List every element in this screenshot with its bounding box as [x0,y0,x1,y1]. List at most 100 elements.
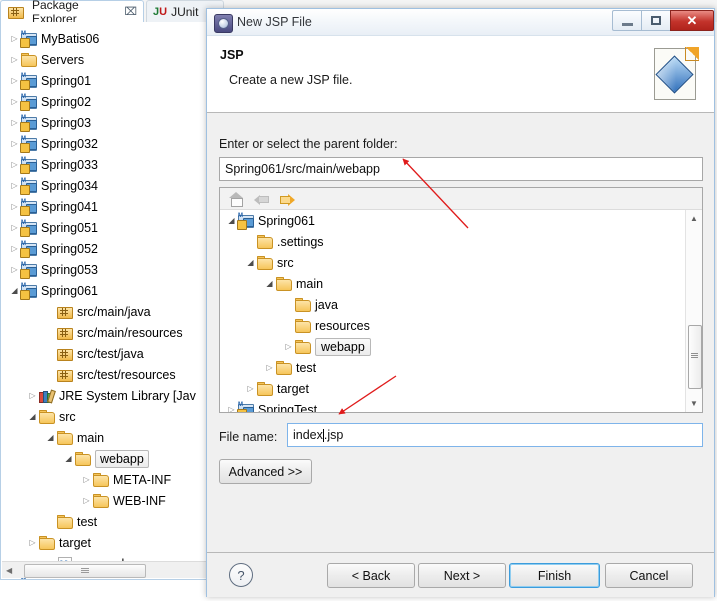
tree-row[interactable]: ▷test [1,511,208,532]
tree-row[interactable]: ▷src/main/resources [1,322,208,343]
tree-row-label: WEB-INF [113,493,166,508]
twisty-expanded-icon[interactable]: ◢ [9,280,20,301]
twisty-expanded-icon[interactable]: ◢ [245,252,256,273]
minimize-button[interactable] [612,10,641,31]
tree-row[interactable]: ◢ src [1,406,208,427]
twisty-collapsed-icon[interactable]: ▷ [27,385,38,406]
maximize-button[interactable] [641,10,670,31]
twisty-expanded-icon[interactable]: ◢ [27,406,38,427]
cancel-button[interactable]: Cancel [605,563,693,588]
close-icon[interactable]: ⌧ [124,5,137,18]
close-button[interactable]: ✕ [670,10,714,31]
tree-row[interactable]: ▷ M Spring053 [1,259,208,280]
twisty-collapsed-icon[interactable]: ▷ [9,154,20,175]
tree-row[interactable]: ▷src/test/java [1,343,208,364]
tree-row[interactable]: ▷ M Spring052 [1,238,208,259]
tree-row[interactable]: ▷ Servers [1,49,208,70]
folder-tree-row[interactable]: ▷ M SpringTest [220,399,686,413]
forward-arrow-icon[interactable] [280,191,296,206]
folder-tree-row[interactable]: ◢ M Spring061 [220,210,686,231]
tree-row[interactable]: ▷ M Spring041 [1,196,208,217]
tree-row[interactable]: ◢ main [1,427,208,448]
package-explorer-view[interactable]: ▷ M MyBatis06 ▷ Servers ▷ M Spring01 ▷ M Spring02 ▷… [0,22,209,580]
twisty-collapsed-icon[interactable]: ▷ [9,175,20,196]
twisty-collapsed-icon[interactable]: ▷ [245,378,256,399]
twisty-collapsed-icon[interactable]: ▷ [9,217,20,238]
tab-package-explorer[interactable]: Package Explorer ⌧ [0,0,144,26]
folder-tree-row[interactable]: ◢ src [220,252,686,273]
tree-row[interactable]: ◢ webapp [1,448,208,469]
tree-row[interactable]: ▷ M Spring03 [1,112,208,133]
twisty-expanded-icon[interactable]: ◢ [226,210,237,231]
tree-row[interactable]: ▷src/main/java [1,301,208,322]
twisty-collapsed-icon[interactable]: ▷ [9,112,20,133]
tree-row[interactable]: ▷ META-INF [1,469,208,490]
twisty-collapsed-icon[interactable]: ▷ [9,196,20,217]
scroll-up-icon[interactable]: ▲ [686,210,702,227]
help-button[interactable]: ? [229,563,253,587]
folder-tree-row-selected[interactable]: ▷ webapp [220,336,686,357]
tree-row[interactable]: ▷ M Spring02 [1,91,208,112]
folder-tree-panel[interactable]: ◢MSpring061▷.settings◢src◢main▷java▷reso… [219,187,703,413]
finish-button[interactable]: Finish [509,563,600,588]
folder-tree-row[interactable]: ▷java [220,294,686,315]
tree-row[interactable]: ▷ WEB-INF [1,490,208,511]
folder-tree-row-label: resources [315,318,370,333]
twisty-collapsed-icon[interactable]: ▷ [9,238,20,259]
horizontal-scrollbar-thumb[interactable] [24,564,146,578]
tree-row[interactable]: ▷ M Spring01 [1,70,208,91]
twisty-collapsed-icon[interactable]: ▷ [9,70,20,91]
twisty-collapsed-icon[interactable]: ▷ [264,357,275,378]
folder-tree-row[interactable]: ▷.settings [220,231,686,252]
maven-project-icon: M [20,199,37,216]
tree-row[interactable]: ▷ target [1,532,208,553]
tree-row[interactable]: ▷ M Spring051 [1,217,208,238]
tree-row[interactable]: ▷ M Spring034 [1,175,208,196]
back-arrow-icon[interactable] [254,191,270,206]
tree-row[interactable]: ▷src/test/resources [1,364,208,385]
folder-tree-row[interactable]: ▷ test [220,357,686,378]
folder-tree-scrollbar[interactable]: ▲ ▼ [685,210,702,412]
scroll-down-icon[interactable]: ▼ [686,395,702,412]
horizontal-scrollbar[interactable]: ◀ [2,561,207,578]
twisty-collapsed-icon[interactable]: ▷ [9,133,20,154]
tree-row[interactable]: ▷ M Spring032 [1,133,208,154]
folder-tree-rows[interactable]: ◢MSpring061▷.settings◢src◢main▷java▷reso… [220,210,686,412]
project-tree[interactable]: ▷ M MyBatis06 ▷ Servers ▷ M Spring01 ▷ M Spring02 ▷… [1,28,208,579]
twisty-collapsed-icon[interactable]: ▷ [9,259,20,280]
twisty-collapsed-icon[interactable]: ▷ [226,399,237,412]
home-icon[interactable] [228,191,244,207]
folder-tree-row[interactable]: ▷ target [220,378,686,399]
parent-folder-input[interactable]: Spring061/src/main/webapp [219,157,703,181]
next-button[interactable]: Next > [418,563,506,588]
folder-tree-row-label: .settings [277,234,324,249]
twisty-collapsed-icon[interactable]: ▷ [81,469,92,490]
file-name-input[interactable]: index .jsp [287,423,703,447]
dialog-header: JSP Create a new JSP file. [207,36,714,113]
twisty-collapsed-icon[interactable]: ▷ [283,336,294,357]
scroll-left-icon[interactable]: ◀ [6,566,12,575]
dialog-body: Enter or select the parent folder: Sprin… [207,113,714,552]
folder-tree-row[interactable]: ◢ main [220,273,686,294]
tree-row[interactable]: ▷ M MyBatis06 [1,28,208,49]
twisty-collapsed-icon[interactable]: ▷ [27,532,38,553]
twisty-expanded-icon[interactable]: ◢ [264,273,275,294]
vertical-scrollbar-thumb[interactable] [688,325,702,389]
folder-icon [256,234,273,250]
advanced-button[interactable]: Advanced >> [219,459,312,484]
tree-row[interactable]: ▷ M Spring033 [1,154,208,175]
tree-row[interactable]: ◢ M Spring061 [1,280,208,301]
folder-tree-row-label: SpringTest [258,402,318,413]
tree-row-label: Spring041 [41,199,98,214]
twisty-expanded-icon[interactable]: ◢ [45,427,56,448]
twisty-collapsed-icon[interactable]: ▷ [9,49,20,70]
twisty-collapsed-icon[interactable]: ▷ [9,28,20,49]
tree-row[interactable]: ▷ JRE System Library [Jav [1,385,208,406]
tree-row-label: Spring02 [41,94,92,109]
twisty-expanded-icon[interactable]: ◢ [63,448,74,469]
twisty-collapsed-icon[interactable]: ▷ [9,91,20,112]
back-button[interactable]: < Back [327,563,415,588]
folder-tree-row[interactable]: ▷resources [220,315,686,336]
twisty-collapsed-icon[interactable]: ▷ [81,490,92,511]
dialog-title-bar[interactable]: New JSP File ✕ [207,9,714,36]
